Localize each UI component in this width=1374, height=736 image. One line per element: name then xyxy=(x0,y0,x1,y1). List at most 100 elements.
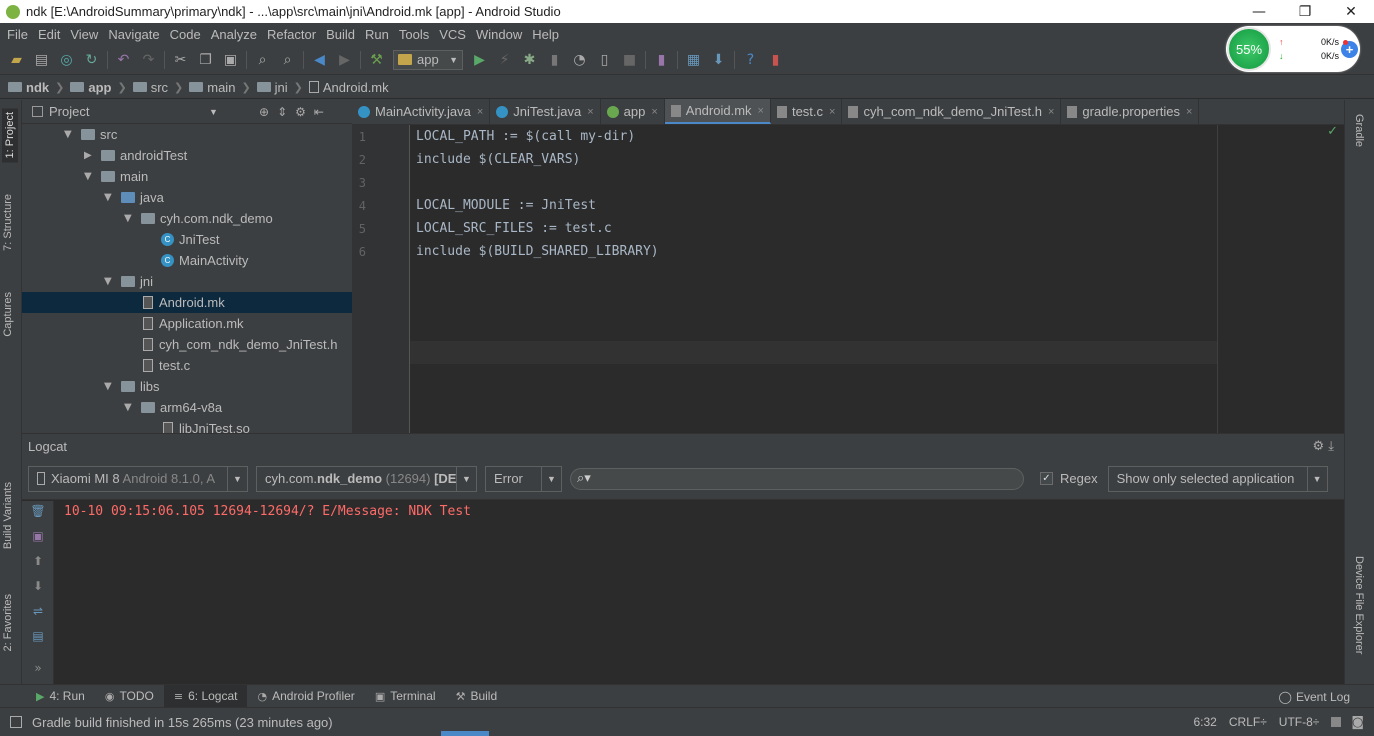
up-icon[interactable]: ⬆ xyxy=(30,554,46,568)
breadcrumb-item[interactable]: Android.mk xyxy=(308,80,389,95)
bottom-tab[interactable]: ◔ Android Profiler xyxy=(247,685,364,708)
close-icon[interactable]: × xyxy=(1048,106,1054,118)
file-encoding[interactable]: UTF-8÷ xyxy=(1279,715,1320,729)
tree-item[interactable]: ▼ main xyxy=(22,166,352,187)
device-select[interactable]: Xiaomi MI 8 Android 8.1.0, A ▼ xyxy=(28,465,248,492)
profile-icon[interactable]: ▮ xyxy=(542,49,567,71)
menu-analyze[interactable]: Analyze xyxy=(208,27,264,42)
menu-code[interactable]: Code xyxy=(167,27,208,42)
avd-manager-icon[interactable]: ▮ xyxy=(649,49,674,71)
help-icon[interactable]: ? xyxy=(738,49,763,71)
chevron-down-icon[interactable]: ▼ xyxy=(104,192,118,203)
debug-icon[interactable]: ✱ xyxy=(517,49,542,71)
tree-item[interactable]: Application.mk xyxy=(22,313,352,334)
bottom-tab[interactable]: ⚒ Build xyxy=(446,685,508,708)
menu-file[interactable]: File xyxy=(4,27,35,42)
device-monitor-icon[interactable]: ▮ xyxy=(763,49,788,71)
sdk-manager-icon[interactable]: ⬇ xyxy=(706,49,731,71)
menu-help[interactable]: Help xyxy=(529,27,566,42)
close-icon[interactable]: × xyxy=(477,106,483,118)
caret-position[interactable]: 6:32 xyxy=(1194,715,1217,729)
logcat-search-input[interactable]: ⌕▾ xyxy=(570,467,1024,490)
print-icon[interactable]: ▤ xyxy=(30,629,46,643)
gear-icon[interactable]: ⚙ xyxy=(295,105,306,119)
tool-tab-structure[interactable]: 7: Structure xyxy=(2,194,14,251)
tool-windows-icon[interactable] xyxy=(10,716,22,728)
chevron-down-icon[interactable]: ▼ xyxy=(84,171,98,182)
chevron-down-icon[interactable]: ▼ xyxy=(104,276,118,287)
editor-tab[interactable]: gradle.properties × xyxy=(1061,99,1200,124)
close-icon[interactable]: × xyxy=(1186,106,1192,118)
tree-item[interactable]: ▼ arm64-v8a xyxy=(22,397,352,418)
chevron-right-icon[interactable]: ▶ xyxy=(84,150,98,161)
tool-tab-device-file-explorer[interactable]: Device File Explorer xyxy=(1353,556,1365,654)
tree-item[interactable]: ▼ src xyxy=(22,124,352,145)
filter-config-select[interactable]: Show only selected application ▼ xyxy=(1107,465,1328,492)
chevron-down-icon[interactable]: ▼ xyxy=(104,381,118,392)
find-icon[interactable]: ⌕ xyxy=(250,49,275,71)
tree-item[interactable]: libJniTest.so xyxy=(22,418,352,433)
editor-tab[interactable]: test.c × xyxy=(771,99,843,124)
tree-item[interactable]: ▼ java xyxy=(22,187,352,208)
network-speed-widget[interactable]: 55% ↑ 0K/s ↓ 0K/s + xyxy=(1226,26,1360,72)
attach-debugger-icon[interactable]: ◔ xyxy=(567,49,592,71)
menu-edit[interactable]: Edit xyxy=(35,27,67,42)
close-icon[interactable]: × xyxy=(758,105,764,117)
replace-icon[interactable]: ⌕ xyxy=(275,49,300,71)
close-window-button[interactable]: ✕ xyxy=(1328,4,1374,20)
tree-item[interactable]: ▶ androidTest xyxy=(22,145,352,166)
tree-item[interactable]: ▼ libs xyxy=(22,376,352,397)
menu-navigate[interactable]: Navigate xyxy=(105,27,166,42)
tree-item[interactable]: ▼ jni xyxy=(22,271,352,292)
editor-tab[interactable]: MainActivity.java × xyxy=(352,99,491,124)
chevron-down-icon[interactable]: ▼ xyxy=(124,402,138,413)
locate-icon[interactable]: ⊕ xyxy=(259,105,269,119)
regex-checkbox[interactable]: ✓ Regex xyxy=(1040,471,1098,486)
scroll-to-end-icon[interactable]: ▣ xyxy=(30,529,46,543)
menu-tools[interactable]: Tools xyxy=(396,27,436,42)
chevron-down-icon[interactable]: ▼ xyxy=(124,213,138,224)
project-view-selector[interactable]: Project xyxy=(49,104,209,119)
tree-item[interactable]: ▼ cyh.com.ndk_demo xyxy=(22,208,352,229)
collapse-all-icon[interactable]: ⇕ xyxy=(277,105,287,119)
back-icon[interactable]: ◀ xyxy=(307,49,332,71)
log-level-select[interactable]: Error ▼ xyxy=(485,465,562,492)
redo-icon[interactable]: ↷ xyxy=(136,49,161,71)
apply-changes-icon[interactable]: ⚡ xyxy=(492,49,517,71)
down-icon[interactable]: ⬇ xyxy=(30,579,46,593)
paste-icon[interactable]: ▣ xyxy=(218,49,243,71)
bottom-tab[interactable]: ▶ 4: Run xyxy=(26,685,95,708)
refresh-icon[interactable]: ↻ xyxy=(79,49,104,71)
close-icon[interactable]: × xyxy=(651,106,657,118)
tool-tab-gradle[interactable]: Gradle xyxy=(1353,114,1365,147)
editor-tab[interactable]: app × xyxy=(601,99,665,124)
soft-wrap-icon[interactable]: ⇌ xyxy=(30,604,46,618)
close-icon[interactable]: × xyxy=(829,106,835,118)
menu-refactor[interactable]: Refactor xyxy=(264,27,323,42)
make-project-icon[interactable]: ⚒ xyxy=(364,49,389,71)
process-select[interactable]: cyh.com.ndk_demo (12694) [DE ▼ xyxy=(256,465,477,492)
tool-tab-favorites[interactable]: 2: Favorites xyxy=(2,594,14,651)
hide-panel-icon[interactable]: ⤓ xyxy=(1328,439,1334,454)
bottom-tab[interactable]: ▣ Terminal xyxy=(365,685,446,708)
tool-tab-project[interactable]: 1: Project xyxy=(2,108,18,163)
hector-icon[interactable]: ◙ xyxy=(1351,715,1364,730)
tree-item[interactable]: C MainActivity xyxy=(22,250,352,271)
close-icon[interactable]: × xyxy=(587,106,593,118)
save-all-icon[interactable]: ▤ xyxy=(29,49,54,71)
breadcrumb-item[interactable]: ndk xyxy=(8,80,49,95)
editor-tab[interactable]: Android.mk × xyxy=(664,99,771,124)
tool-tab-build-variants[interactable]: Build Variants xyxy=(2,482,14,549)
cut-icon[interactable]: ✂ xyxy=(168,49,193,71)
bottom-tab[interactable]: ◉ TODO xyxy=(95,685,164,708)
run-config-select[interactable]: app ▼ xyxy=(393,49,463,70)
gear-icon[interactable]: ⚙ xyxy=(1312,439,1324,454)
bottom-tab[interactable]: ≡ 6: Logcat xyxy=(163,684,248,708)
chevron-down-icon[interactable]: ▼ xyxy=(64,129,78,140)
code-area[interactable]: LOCAL_PATH := $(call my-dir) include $(CL… xyxy=(416,125,1216,433)
tree-item[interactable]: C JniTest xyxy=(22,229,352,250)
event-log-tab[interactable]: ◯ Event Log xyxy=(1279,685,1350,708)
status-message[interactable]: Gradle build finished in 15s 265ms (23 m… xyxy=(32,715,1194,730)
sync-icon[interactable]: ◎ xyxy=(54,49,79,71)
menu-build[interactable]: Build xyxy=(323,27,362,42)
